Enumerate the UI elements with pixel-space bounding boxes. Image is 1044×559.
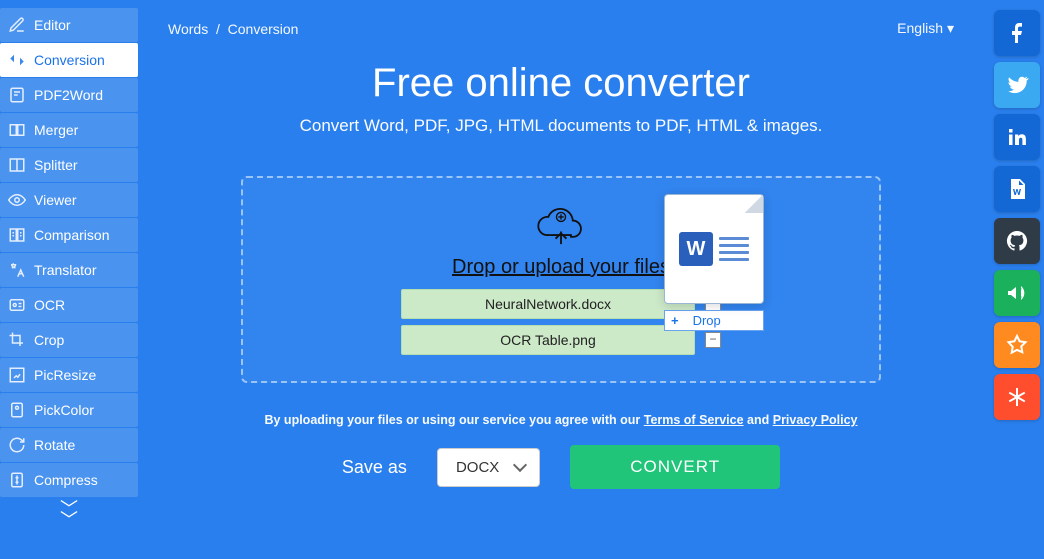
github-link-button[interactable]: [994, 218, 1040, 264]
sidebar-item-ocr[interactable]: OCR: [0, 288, 138, 322]
sidebar-item-label: Merger: [34, 122, 78, 138]
uploaded-file-row: OCR Table.png −: [401, 325, 721, 355]
breadcrumb-separator: /: [216, 21, 220, 37]
edit-icon: [8, 16, 26, 34]
sidebar-item-merger[interactable]: Merger: [0, 113, 138, 147]
sidebar-item-label: Conversion: [34, 52, 105, 68]
sidebar-item-label: Crop: [34, 332, 64, 348]
word-app-button[interactable]: [994, 166, 1040, 212]
rotate-icon: [8, 436, 26, 454]
resize-icon: [8, 366, 26, 384]
sidebar-item-label: PickColor: [34, 402, 94, 418]
upload-cloud-icon: [532, 204, 590, 248]
split-icon: [8, 156, 26, 174]
social-rail: [994, 10, 1044, 420]
uploaded-file-name: OCR Table.png: [401, 325, 695, 355]
sidebar-item-viewer[interactable]: Viewer: [0, 183, 138, 217]
twitter-share-button[interactable]: [994, 62, 1040, 108]
remove-file-button[interactable]: −: [705, 332, 721, 348]
breadcrumb-current: Conversion: [228, 21, 299, 37]
pickcolor-icon: [8, 401, 26, 419]
convert-button[interactable]: CONVERT: [570, 445, 780, 489]
sidebar-item-label: Viewer: [34, 192, 77, 208]
agree-prefix: By uploading your files or using our ser…: [264, 413, 643, 427]
sidebar-item-label: PDF2Word: [34, 87, 103, 103]
announcements-button[interactable]: [994, 270, 1040, 316]
sidebar-item-editor[interactable]: Editor: [0, 8, 138, 42]
breadcrumb-root-link[interactable]: Words: [168, 21, 208, 37]
page-title: Free online converter: [168, 61, 954, 106]
file-dropzone[interactable]: Drop or upload your files NeuralNetwork.…: [241, 176, 881, 383]
linkedin-icon: [1005, 125, 1029, 149]
language-selector[interactable]: English ▾: [897, 20, 954, 37]
uploaded-file-list: NeuralNetwork.docx − OCR Table.png −: [401, 289, 721, 361]
ocr-icon: [8, 296, 26, 314]
sidebar-item-label: OCR: [34, 297, 65, 313]
pdf-icon: [8, 86, 26, 104]
sidebar-item-label: Rotate: [34, 437, 75, 453]
language-label: English: [897, 20, 943, 36]
eye-icon: [8, 191, 26, 209]
favorite-button[interactable]: [994, 322, 1040, 368]
facebook-share-button[interactable]: [994, 10, 1040, 56]
format-selected-value: DOCX: [456, 459, 499, 476]
sidebar-item-picresize[interactable]: PicResize: [0, 358, 138, 392]
compress-icon: [8, 471, 26, 489]
terms-of-service-link[interactable]: Terms of Service: [644, 413, 744, 427]
privacy-policy-link[interactable]: Privacy Policy: [773, 413, 858, 427]
sidebar-item-label: Comparison: [34, 227, 109, 243]
save-as-label: Save as: [342, 457, 407, 478]
sidebar-item-label: Compress: [34, 472, 98, 488]
sidebar-item-compress[interactable]: Compress: [0, 463, 138, 497]
action-bar: Save as DOCX CONVERT: [168, 445, 954, 489]
sidebar-item-splitter[interactable]: Splitter: [0, 148, 138, 182]
crop-icon: [8, 331, 26, 349]
facebook-icon: [1005, 21, 1029, 45]
translate-icon: [8, 261, 26, 279]
sidebar-item-label: Editor: [34, 17, 71, 33]
topbar: Words / Conversion English ▾: [168, 20, 954, 37]
dropzone-title[interactable]: Drop or upload your files: [452, 256, 670, 279]
twitter-icon: [1004, 72, 1030, 98]
sidebar-item-label: Splitter: [34, 157, 78, 173]
settings-button[interactable]: [994, 374, 1040, 420]
star-icon: [1005, 333, 1029, 357]
sidebar-item-pickcolor[interactable]: PickColor: [0, 393, 138, 427]
sidebar-item-comparison[interactable]: Comparison: [0, 218, 138, 252]
breadcrumb: Words / Conversion: [168, 21, 298, 37]
sidebar-item-rotate[interactable]: Rotate: [0, 428, 138, 462]
uploaded-file-name: NeuralNetwork.docx: [401, 289, 695, 319]
sidebar-item-pdf2word[interactable]: PDF2Word: [0, 78, 138, 112]
sidebar-item-label: PicResize: [34, 367, 96, 383]
page-subtitle: Convert Word, PDF, JPG, HTML documents t…: [168, 116, 954, 136]
word-doc-icon: [1005, 177, 1029, 201]
github-icon: [1005, 229, 1029, 253]
compare-icon: [8, 226, 26, 244]
sidebar-item-conversion[interactable]: Conversion: [0, 43, 138, 77]
chevron-down-icon: ﹀﹀: [60, 499, 78, 530]
uploaded-file-row: NeuralNetwork.docx −: [401, 289, 721, 319]
terms-agreement-text: By uploading your files or using our ser…: [168, 413, 954, 427]
sidebar-expand-button[interactable]: ﹀﹀: [0, 498, 138, 532]
convert-icon: [8, 51, 26, 69]
linkedin-share-button[interactable]: [994, 114, 1040, 160]
chevron-down-icon: ▾: [947, 20, 954, 36]
sidebar: Editor Conversion PDF2Word Merger Splitt…: [0, 0, 138, 559]
merge-icon: [8, 121, 26, 139]
asterisk-icon: [1005, 385, 1029, 409]
sidebar-item-crop[interactable]: Crop: [0, 323, 138, 357]
sidebar-item-translator[interactable]: Translator: [0, 253, 138, 287]
bullhorn-icon: [1005, 281, 1029, 305]
remove-file-button[interactable]: −: [705, 296, 721, 312]
agree-and: and: [744, 413, 773, 427]
output-format-select[interactable]: DOCX: [437, 448, 540, 487]
main-content: Words / Conversion English ▾ Free online…: [138, 0, 984, 559]
sidebar-item-label: Translator: [34, 262, 97, 278]
